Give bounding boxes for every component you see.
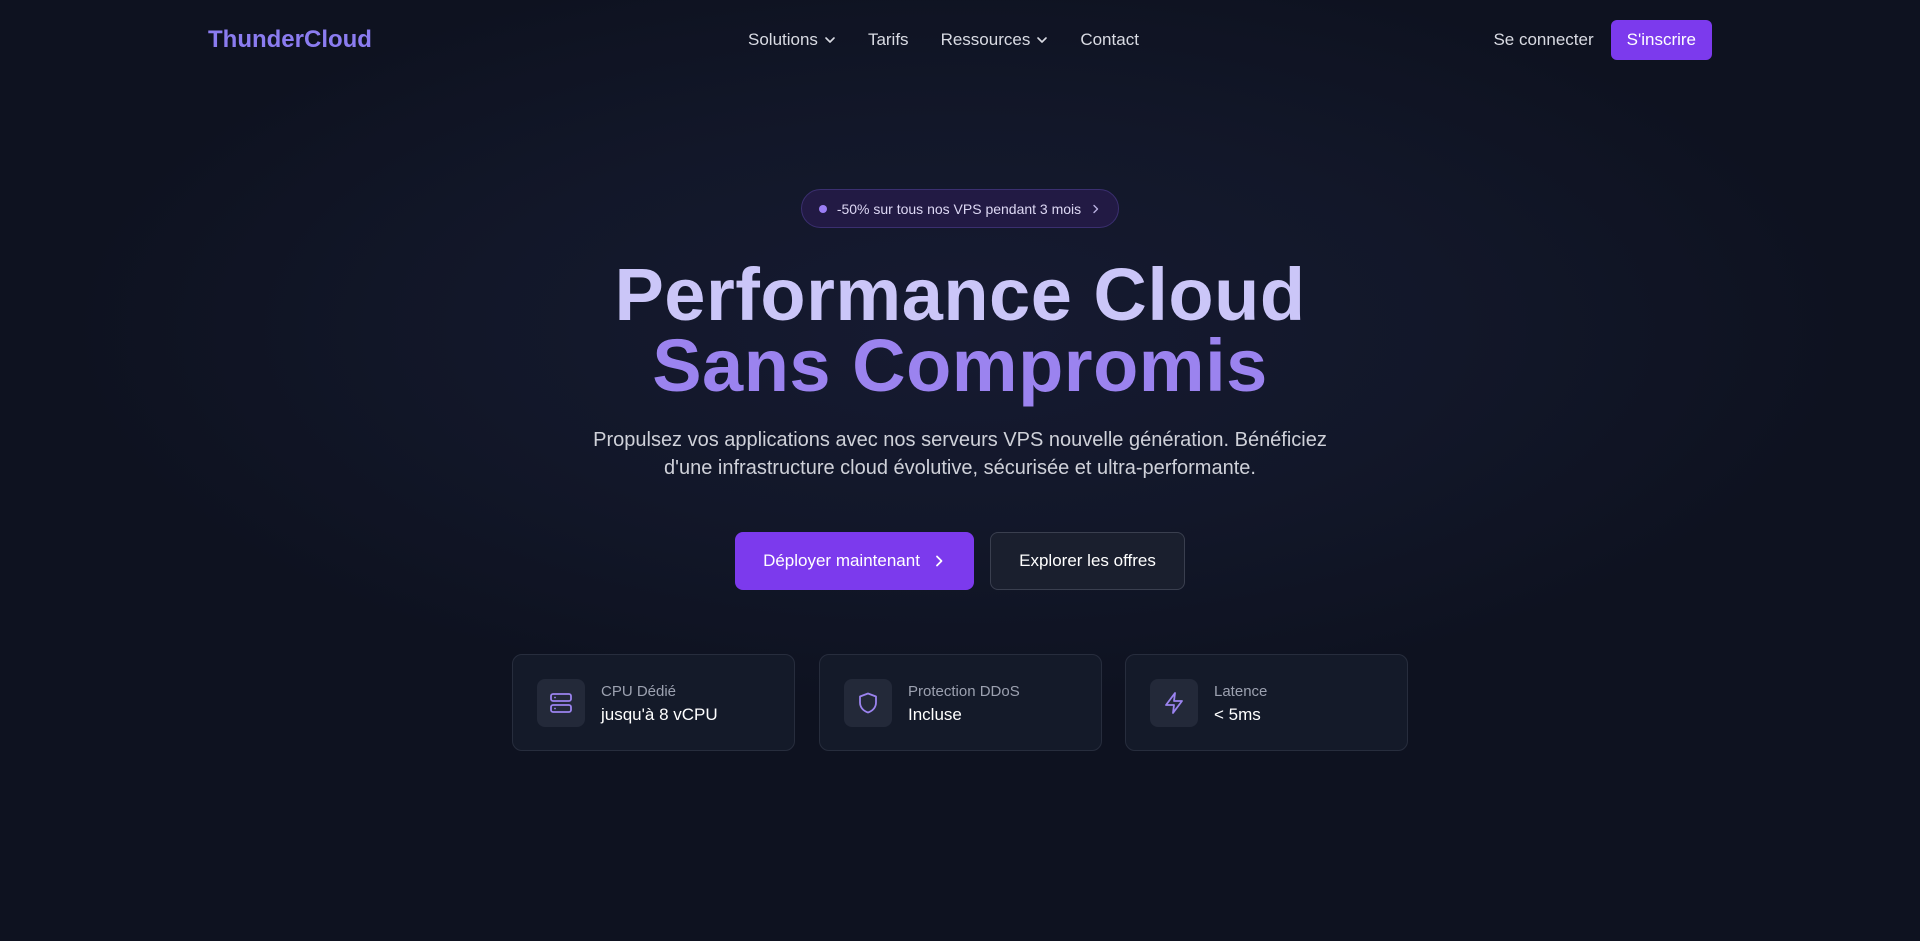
nav-item-label: Contact xyxy=(1080,30,1139,49)
lightning-icon xyxy=(1150,679,1198,727)
shield-icon xyxy=(844,679,892,727)
deploy-button[interactable]: Déployer maintenant xyxy=(735,532,974,590)
nav-links: Solutions Tarifs Ressources Contact xyxy=(748,30,1171,50)
nav-item-tarifs[interactable]: Tarifs xyxy=(868,30,909,50)
feature-card-ddos: Protection DDoS Incluse xyxy=(819,654,1102,751)
feature-value: jusqu'à 8 vCPU xyxy=(601,705,718,724)
chevron-right-icon xyxy=(1093,204,1099,213)
auth-actions: Se connecter S'inscrire xyxy=(1493,20,1712,60)
hero-title-line2: Sans Compromis xyxy=(652,324,1268,407)
nav-item-label: Ressources xyxy=(940,30,1031,49)
dot-icon xyxy=(818,204,827,213)
chevron-down-icon xyxy=(1037,37,1048,43)
chevron-down-icon xyxy=(825,37,835,43)
nav-item-ressources[interactable]: Ressources xyxy=(941,30,1049,50)
feature-label: CPU Dédié xyxy=(601,683,677,700)
feature-value: Incluse xyxy=(908,705,962,724)
explore-offers-button[interactable]: Explorer les offres xyxy=(990,532,1185,590)
promo-text: -50% sur tous nos VPS pendant 3 mois xyxy=(836,200,1082,217)
brand-logo[interactable]: ThunderCloud xyxy=(208,26,372,54)
nav-item-contact[interactable]: Contact xyxy=(1080,30,1139,50)
deploy-button-label: Déployer maintenant xyxy=(763,551,920,570)
feature-label: Protection DDoS xyxy=(908,683,1020,700)
hero-subtitle: Propulsez vos applications avec nos serv… xyxy=(593,429,1327,479)
chevron-right-icon xyxy=(936,555,943,567)
explore-offers-label: Explorer les offres xyxy=(1019,551,1156,570)
nav-item-label: Solutions xyxy=(748,30,818,49)
feature-card-latency: Latence < 5ms xyxy=(1125,654,1408,751)
nav-item-solutions[interactable]: Solutions xyxy=(748,30,836,50)
server-icon xyxy=(537,679,585,727)
signup-button[interactable]: S'inscrire xyxy=(1610,20,1712,60)
feature-card-cpu: CPU Dédié jusqu'à 8 vCPU xyxy=(512,654,795,751)
top-navigation: ThunderCloud Solutions Tarifs Ressources… xyxy=(0,0,1920,80)
feature-value: < 5ms xyxy=(1214,705,1261,724)
promo-badge[interactable]: -50% sur tous nos VPS pendant 3 mois xyxy=(801,189,1119,228)
nav-item-label: Tarifs xyxy=(867,30,909,49)
login-link[interactable]: Se connecter xyxy=(1493,30,1593,50)
feature-label: Latence xyxy=(1214,683,1268,700)
